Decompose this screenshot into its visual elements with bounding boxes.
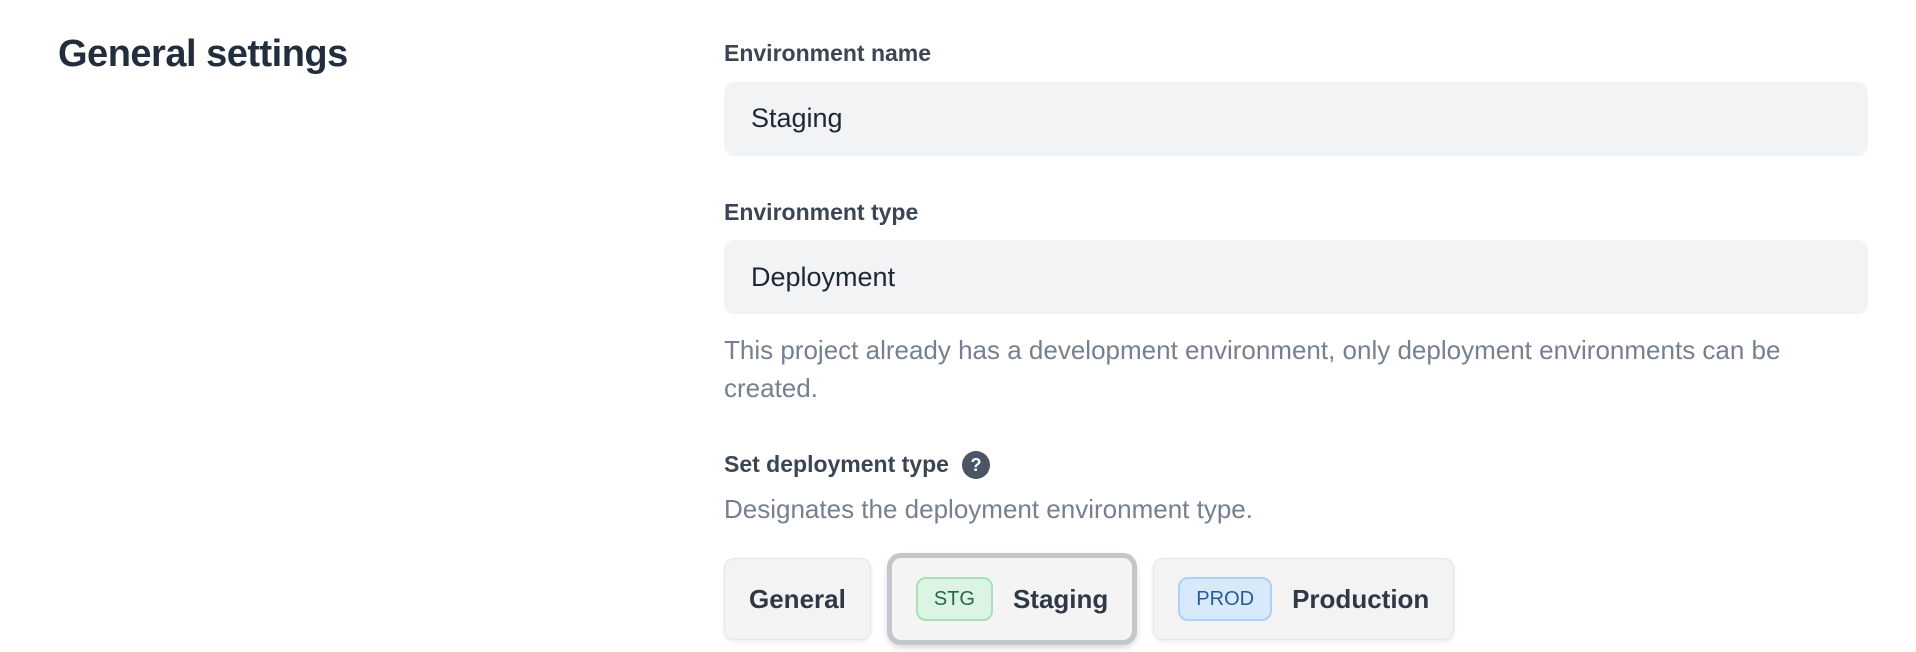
deployment-type-description: Designates the deployment environment ty… (724, 492, 1916, 526)
settings-form: Environment name Environment type This p… (724, 0, 1916, 645)
environment-type-label: Environment type (724, 199, 1916, 227)
environment-name-label: Environment name (724, 40, 1916, 68)
page-title: General settings (58, 30, 724, 79)
environment-name-group: Environment name (724, 40, 1916, 156)
staging-option-label: Staging (1013, 584, 1108, 615)
general-option-label: General (749, 584, 846, 615)
prod-badge: PROD (1178, 577, 1272, 621)
deployment-type-option-staging[interactable]: STG Staging (887, 553, 1137, 645)
settings-section-header: General settings (0, 0, 724, 79)
environment-type-group: Environment type This project already ha… (724, 199, 1916, 408)
set-deployment-type-label: Set deployment type (724, 451, 949, 479)
production-option-label: Production (1292, 584, 1429, 615)
environment-type-help-text: This project already has a development e… (724, 331, 1874, 407)
deployment-type-options: General STG Staging PROD Production (724, 553, 1916, 645)
general-settings-page: General settings Environment name Enviro… (0, 0, 1916, 645)
environment-name-input[interactable] (724, 82, 1868, 156)
deployment-type-option-general[interactable]: General (724, 558, 871, 640)
stg-badge: STG (916, 577, 993, 621)
deployment-type-option-production[interactable]: PROD Production (1153, 558, 1454, 640)
environment-type-input[interactable] (724, 240, 1868, 314)
deployment-type-label-row: Set deployment type ? (724, 451, 1916, 479)
deployment-type-group: Set deployment type ? Designates the dep… (724, 451, 1916, 645)
question-mark-help-icon[interactable]: ? (962, 451, 990, 479)
